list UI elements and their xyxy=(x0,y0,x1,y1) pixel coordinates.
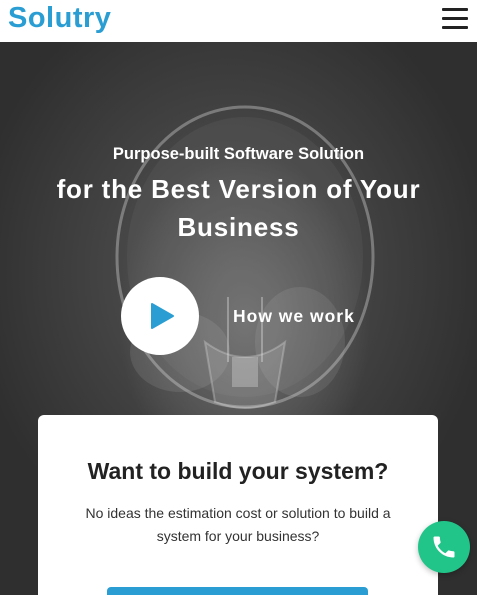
build-system-card: Want to build your system? No ideas the … xyxy=(38,415,438,595)
phone-icon xyxy=(433,536,455,558)
how-we-work-link[interactable]: How we work xyxy=(233,305,355,327)
card-title: Want to build your system? xyxy=(87,458,389,484)
play-button[interactable] xyxy=(121,277,199,355)
call-button[interactable] xyxy=(418,521,470,573)
hero-title: for the Best Version of Your Business xyxy=(56,174,421,242)
hamburger-menu-icon[interactable] xyxy=(442,8,468,30)
hero-section: Purpose-built Software Solution for the … xyxy=(0,42,477,595)
card-cta-button[interactable] xyxy=(107,587,368,595)
hero-subtitle: Purpose-built Software Solution xyxy=(112,145,365,163)
header: Solutry xyxy=(0,0,477,42)
play-icon xyxy=(151,303,174,329)
logo[interactable]: Solutry xyxy=(8,2,111,34)
card-description: No ideas the estimation cost or solution… xyxy=(85,505,391,544)
